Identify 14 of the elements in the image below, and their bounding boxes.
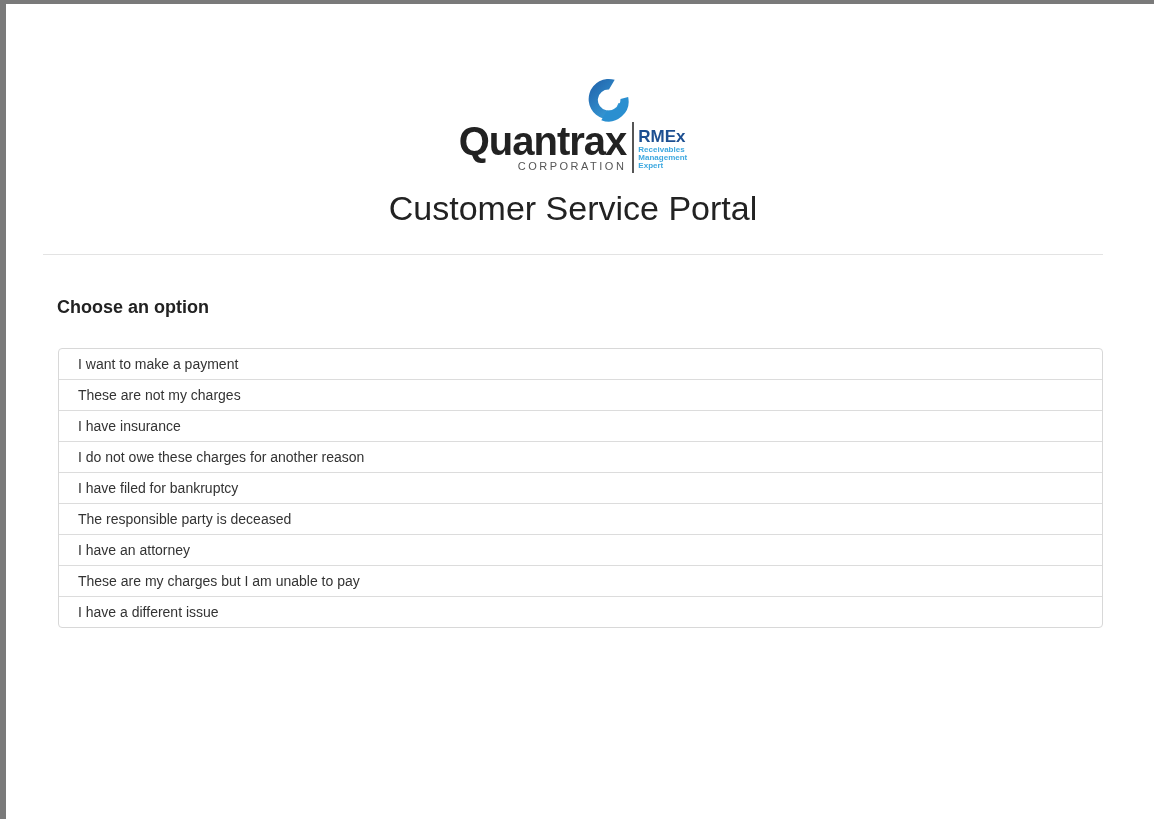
option-list-item[interactable]: I want to make a payment (59, 349, 1102, 379)
product-tagline: Receivables Management Expert (638, 146, 688, 170)
logo-subtitle: CORPORATION (517, 160, 627, 173)
option-list-item[interactable]: I have insurance (59, 410, 1102, 441)
option-list-item[interactable]: The responsible party is deceased (59, 503, 1102, 534)
page-title: Customer Service Portal (388, 189, 758, 228)
option-list-item[interactable]: I do not owe these charges for another reason (59, 441, 1102, 472)
option-list-item[interactable]: I have filed for bankruptcy (59, 472, 1102, 503)
option-list-item[interactable]: I have a different issue (59, 596, 1102, 627)
section-heading: Choose an option (57, 297, 210, 318)
product-wordmark: RMEx (638, 128, 687, 146)
option-list-item[interactable]: I have an attorney (59, 534, 1102, 565)
option-list-item[interactable]: These are my charges but I am unable to pay (59, 565, 1102, 596)
option-list-item[interactable]: These are not my charges (59, 379, 1102, 410)
